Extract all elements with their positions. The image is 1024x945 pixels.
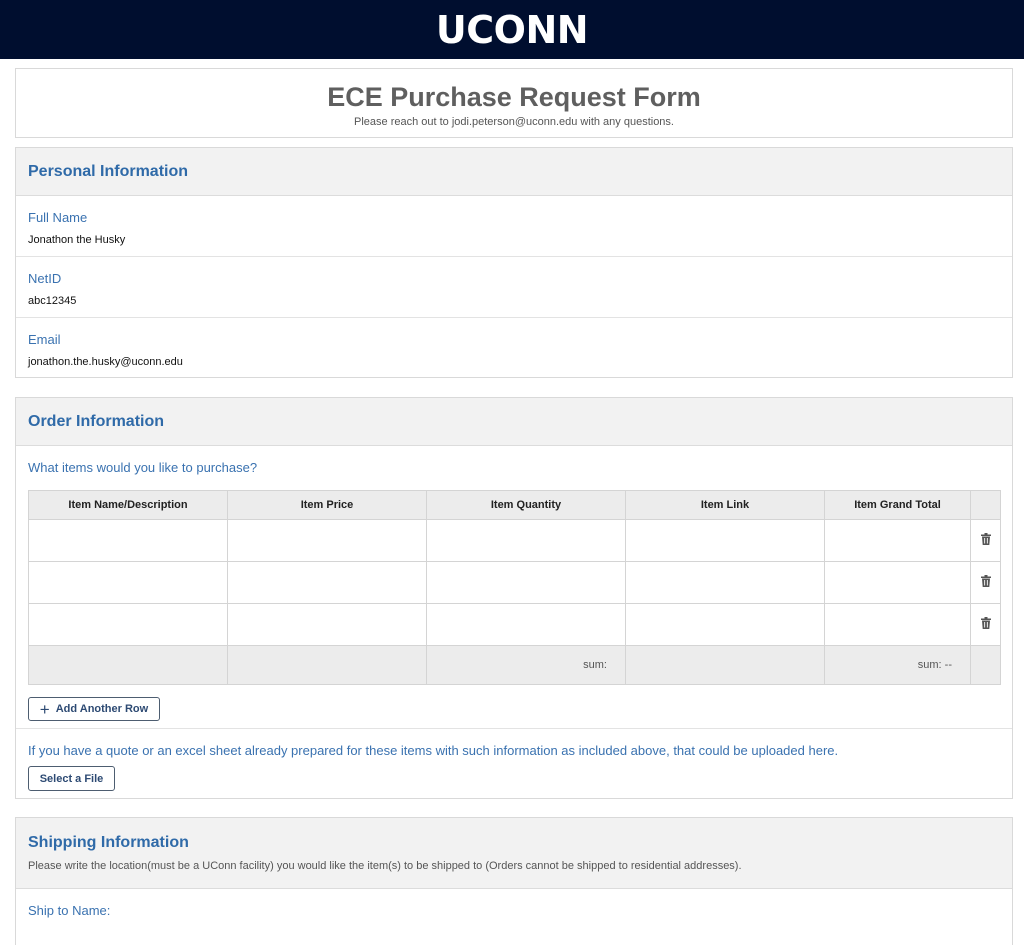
sum-cell	[970, 645, 1001, 685]
table-header-row: Item Name/Description Item Price Item Qu…	[28, 490, 1001, 520]
select-file-button[interactable]: Select a File	[28, 766, 115, 791]
delete-row-button[interactable]	[970, 603, 1001, 646]
order-information-section: Order Information What items would you l…	[15, 397, 1013, 799]
delete-row-button[interactable]	[970, 519, 1001, 562]
item-price-cell[interactable]	[227, 603, 427, 646]
column-header: Item Quantity	[426, 490, 626, 520]
plus-icon: +	[39, 699, 50, 719]
item-price-cell[interactable]	[227, 519, 427, 562]
email-value: jonathon.the.husky@uconn.edu	[28, 356, 183, 368]
section-header: Order Information	[16, 398, 1012, 446]
sum-cell	[625, 645, 825, 685]
netid-value: abc12345	[28, 295, 77, 307]
table-row	[28, 561, 1001, 604]
item-quantity-cell[interactable]	[426, 603, 626, 646]
field-label: NetID	[28, 271, 62, 286]
sum-row: sum: sum: --	[28, 645, 1001, 685]
item-name-cell[interactable]	[28, 519, 228, 562]
section-header: Personal Information	[16, 148, 1012, 196]
item-price-cell[interactable]	[227, 561, 427, 604]
add-another-row-button[interactable]: + Add Another Row	[28, 697, 160, 721]
item-name-cell[interactable]	[28, 561, 228, 604]
divider	[16, 728, 1012, 729]
netid-field: NetID abc12345	[16, 257, 1012, 318]
actions-column-header	[970, 490, 1001, 520]
items-question: What items would you like to purchase?	[28, 460, 258, 475]
ship-to-name-label: Ship to Name:	[28, 903, 111, 918]
item-quantity-cell[interactable]	[426, 519, 626, 562]
item-total-cell	[824, 561, 971, 604]
page-title: ECE Purchase Request Form	[327, 82, 701, 112]
upload-instructions: If you have a quote or an excel sheet al…	[28, 743, 839, 758]
item-quantity-cell[interactable]	[426, 561, 626, 604]
trash-icon	[980, 574, 991, 587]
delete-row-button[interactable]	[970, 561, 1001, 604]
section-title: Personal Information	[28, 163, 189, 180]
item-name-cell[interactable]	[28, 603, 228, 646]
page-subtitle: Please reach out to jodi.peterson@uconn.…	[354, 116, 674, 128]
item-link-cell[interactable]	[625, 519, 825, 562]
column-header: Item Name/Description	[28, 490, 228, 520]
column-header: Item Link	[625, 490, 825, 520]
field-label: Email	[28, 332, 61, 347]
column-header: Item Price	[227, 490, 427, 520]
table-row	[28, 603, 1001, 646]
add-row-label: Add Another Row	[55, 703, 149, 715]
email-field: Email jonathon.the.husky@uconn.edu	[16, 318, 1012, 379]
items-table: Item Name/Description Item Price Item Qu…	[28, 490, 1001, 685]
grand-total-sum-cell: sum: --	[824, 645, 971, 685]
sum-cell	[28, 645, 228, 685]
section-title: Order Information	[28, 413, 165, 430]
section-title: Shipping Information	[28, 834, 189, 851]
item-link-cell[interactable]	[625, 561, 825, 604]
item-link-cell[interactable]	[625, 603, 825, 646]
trash-icon	[980, 616, 991, 629]
trash-icon	[980, 532, 991, 545]
item-total-cell	[824, 603, 971, 646]
sum-cell	[227, 645, 427, 685]
shipping-information-section: Shipping Information Please write the lo…	[15, 817, 1013, 945]
field-label: Full Name	[28, 210, 88, 225]
top-bar: UCONN	[0, 0, 1024, 59]
uconn-logo[interactable]: UCONN	[436, 11, 589, 49]
personal-information-section: Personal Information Full Name Jonathon …	[15, 147, 1013, 378]
item-total-cell	[824, 519, 971, 562]
full-name-field: Full Name Jonathon the Husky	[16, 196, 1012, 257]
section-header: Shipping Information Please write the lo…	[16, 818, 1012, 889]
column-header: Item Grand Total	[824, 490, 971, 520]
shipping-description: Please write the location(must be a UCon…	[28, 860, 742, 872]
quantity-sum-cell: sum:	[426, 645, 626, 685]
table-row	[28, 519, 1001, 562]
full-name-value: Jonathon the Husky	[28, 234, 126, 246]
form-header: ECE Purchase Request Form Please reach o…	[15, 68, 1013, 138]
